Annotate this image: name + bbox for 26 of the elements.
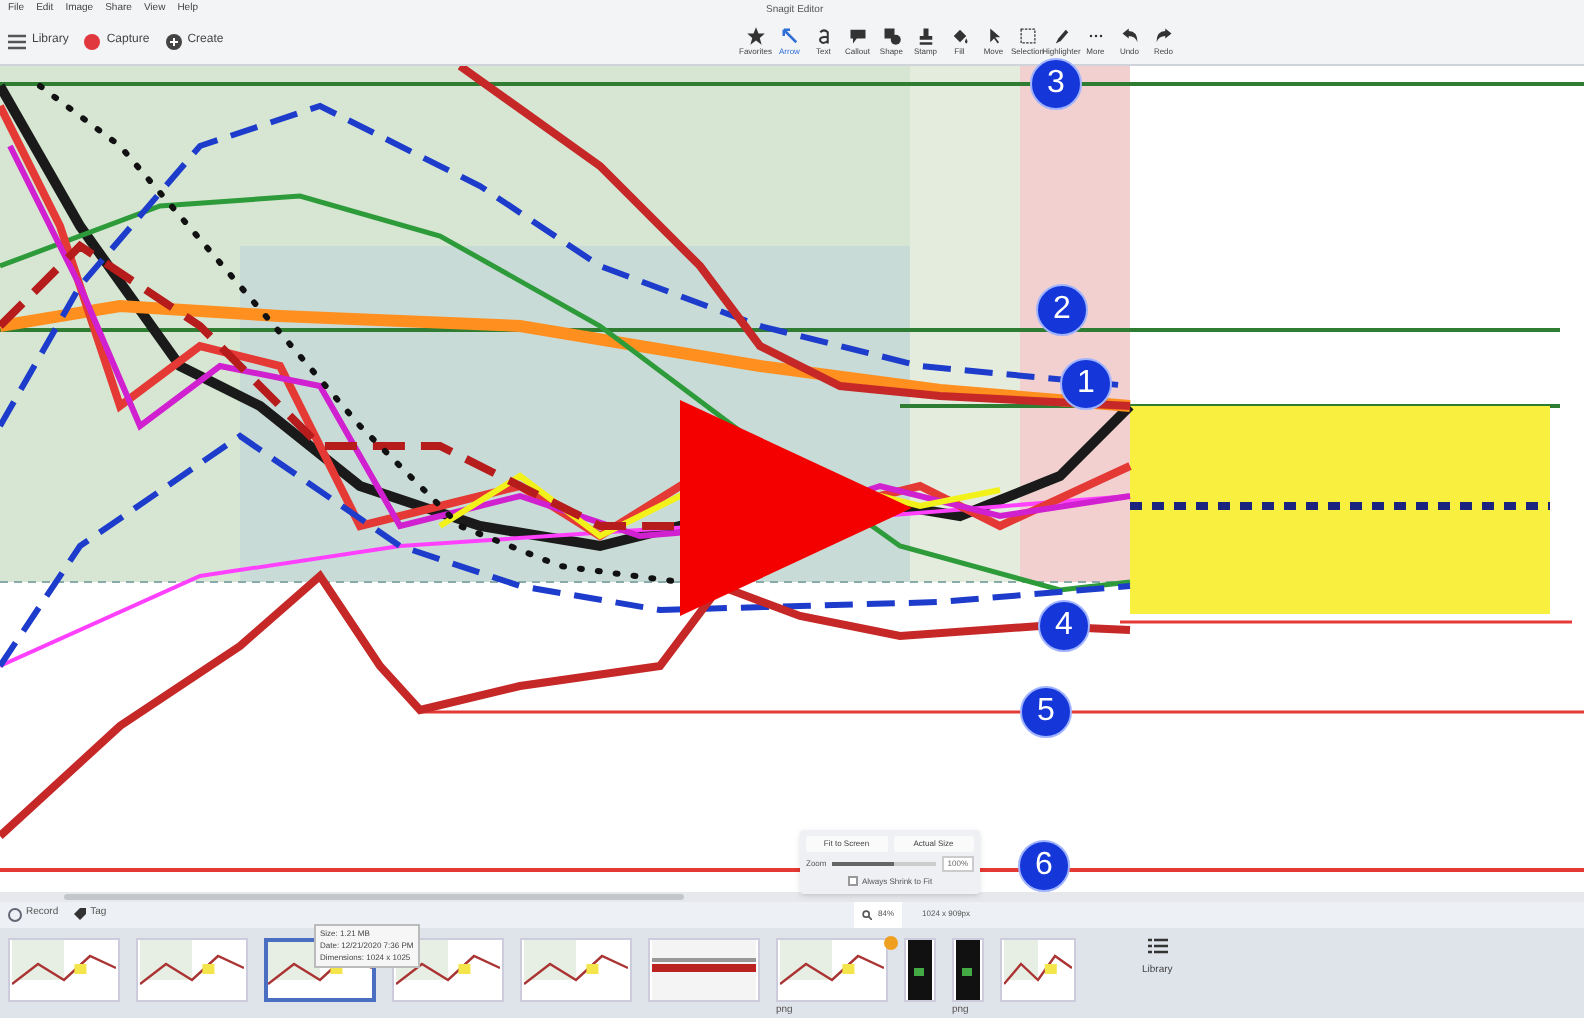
highlighter-tool-icon [1051,25,1072,46]
redo-tool-icon [1153,25,1174,46]
plus-circle-icon [165,33,182,50]
tag-icon [74,908,87,921]
text-tool-icon [813,25,834,46]
play-icon[interactable] [680,399,912,616]
menu-icon [8,33,26,50]
arrow-tool-icon [779,25,800,46]
zoom-slider[interactable] [832,861,936,866]
undo-tool-icon [1119,25,1140,46]
star-tool-icon [745,25,766,46]
stamp-tool-icon [915,25,936,46]
shape-tool-icon [881,25,902,46]
scrollbar-thumb[interactable] [64,893,684,900]
number-marker: 4 [1038,599,1090,652]
record-icon [8,907,22,922]
checkbox[interactable] [847,876,858,887]
search-icon [862,909,872,920]
number-marker: 6 [1018,839,1070,892]
fill-tool-icon [949,25,970,46]
number-marker: 5 [1020,685,1072,738]
list-icon [1147,937,1168,957]
selection-tool-icon [1017,25,1038,46]
record-dot-icon [84,33,101,50]
number-marker: 3 [1030,57,1082,110]
callout-tool-icon [847,25,868,46]
